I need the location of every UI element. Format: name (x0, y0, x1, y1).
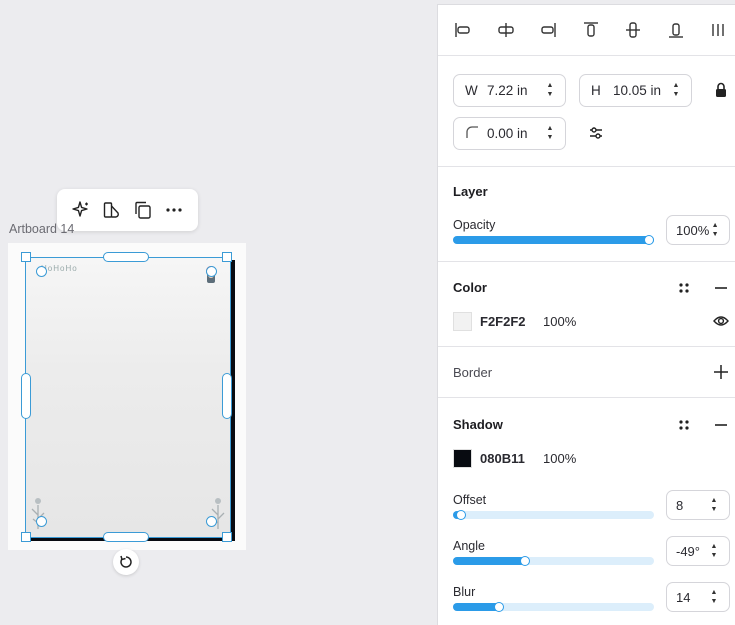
artboard[interactable]: HoHoHo (25, 257, 231, 538)
layer-title: Layer (453, 184, 488, 199)
sparkle-icon[interactable] (68, 197, 94, 223)
remove-shadow-icon[interactable] (711, 415, 731, 435)
color-percent[interactable]: 100% (543, 314, 576, 329)
corner-radius-handle-top-left[interactable] (36, 266, 47, 277)
blur-stepper[interactable]: ▲ ▼ (707, 589, 721, 605)
resize-handle-bottom-left[interactable] (21, 532, 31, 542)
border-section: Border (438, 347, 735, 398)
opacity-label: Opacity (453, 218, 496, 232)
align-top-icon[interactable] (580, 19, 602, 41)
width-prefix: W (465, 83, 478, 98)
offset-slider[interactable] (453, 510, 654, 520)
width-stepper[interactable]: ▲ ▼ (543, 82, 557, 98)
blur-slider-knob[interactable] (494, 602, 505, 612)
shadow-style-icon[interactable] (674, 415, 694, 435)
corner-radius-stepper[interactable]: ▲ ▼ (543, 125, 557, 141)
shadow-swatch[interactable] (453, 449, 472, 468)
color-title: Color (453, 280, 487, 295)
add-border-icon[interactable] (711, 362, 731, 382)
angle-input[interactable]: -49° ▲ ▼ (666, 536, 730, 566)
duplicate-icon[interactable] (130, 197, 156, 223)
opacity-slider-fill (453, 236, 654, 244)
resize-handle-top-right[interactable] (222, 252, 232, 262)
resize-handle-top[interactable] (103, 252, 149, 262)
blur-slider-fill (453, 603, 500, 611)
height-prefix: H (591, 83, 601, 98)
corner-settings-icon[interactable] (586, 123, 606, 143)
angle-slider-fill (453, 557, 526, 565)
lock-icon[interactable] (711, 80, 731, 100)
color-style-icon[interactable] (674, 278, 694, 298)
canvas[interactable]: Artboard 14 HoHoHo (0, 0, 437, 625)
opacity-stepper[interactable]: ▲ ▼ (709, 222, 721, 238)
align-right-icon[interactable] (537, 19, 559, 41)
eye-icon[interactable] (711, 311, 731, 331)
dimensions-section: W 7.22 in ▲ ▼ H 10.05 in ▲ ▼ 0.00 in ▲ ▼ (438, 56, 735, 167)
properties-panel: W 7.22 in ▲ ▼ H 10.05 in ▲ ▼ 0.00 in ▲ ▼ La… (437, 4, 735, 625)
border-title: Border (453, 365, 493, 380)
resize-handle-bottom[interactable] (103, 532, 149, 542)
height-value: 10.05 in (613, 83, 662, 98)
height-field[interactable]: H 10.05 in ▲ ▼ (579, 74, 692, 107)
remove-color-icon[interactable] (711, 278, 731, 298)
resize-handle-left[interactable] (21, 373, 31, 419)
opacity-slider[interactable] (453, 235, 654, 245)
resize-handle-bottom-right[interactable] (222, 532, 232, 542)
resize-handle-top-left[interactable] (21, 252, 31, 262)
artboard-label: Artboard 14 (9, 222, 75, 236)
align-left-icon[interactable] (452, 19, 474, 41)
align-bottom-icon[interactable] (665, 19, 687, 41)
rotate-icon (120, 555, 132, 568)
angle-stepper[interactable]: ▲ ▼ (707, 543, 721, 559)
corner-radius-handle-bottom-left[interactable] (36, 516, 47, 527)
align-center-horizontal-icon[interactable] (495, 19, 517, 41)
resize-handle-right[interactable] (222, 373, 232, 419)
color-swatch[interactable] (453, 312, 472, 331)
blur-value: 14 (676, 589, 691, 605)
offset-value: 8 (676, 497, 684, 513)
align-middle-vertical-icon[interactable] (622, 19, 644, 41)
color-section: Color F2F2F2 100% (438, 262, 735, 347)
corner-radius-value: 0.00 in (487, 126, 528, 141)
more-icon[interactable] (161, 197, 187, 223)
shapes-icon[interactable] (99, 197, 125, 223)
offset-input[interactable]: 8 ▲ ▼ (666, 490, 730, 520)
shadow-percent[interactable]: 100% (543, 451, 576, 466)
corner-radius-icon (465, 125, 487, 142)
shadow-section: Shadow 080B11 100% Offset 8 ▲ ▼ Angle -49… (438, 398, 735, 625)
angle-slider[interactable] (453, 556, 654, 566)
offset-stepper[interactable]: ▲ ▼ (707, 497, 721, 513)
width-value: 7.22 in (487, 83, 528, 98)
offset-label: Offset (453, 493, 487, 507)
angle-label: Angle (453, 539, 485, 553)
color-hex[interactable]: F2F2F2 (480, 314, 526, 329)
distribute-icon[interactable] (707, 19, 729, 41)
rotate-button[interactable] (113, 549, 139, 575)
shadow-title: Shadow (453, 417, 503, 432)
height-stepper[interactable]: ▲ ▼ (669, 82, 683, 98)
angle-value: -49° (676, 543, 700, 559)
angle-slider-knob[interactable] (520, 556, 531, 566)
blur-slider[interactable] (453, 602, 654, 612)
blur-label: Blur (453, 585, 476, 599)
shadow-hex[interactable]: 080B11 (480, 451, 525, 466)
opacity-input[interactable]: 100% ▲ ▼ (666, 215, 730, 245)
floating-toolbar (57, 189, 198, 231)
opacity-slider-knob[interactable] (644, 235, 654, 245)
align-toolbar (438, 5, 735, 56)
corner-radius-handle-bottom-right[interactable] (206, 516, 217, 527)
corner-radius-field[interactable]: 0.00 in ▲ ▼ (453, 117, 566, 150)
corner-radius-handle-top-right[interactable] (206, 266, 217, 277)
blur-input[interactable]: 14 ▲ ▼ (666, 582, 730, 612)
width-field[interactable]: W 7.22 in ▲ ▼ (453, 74, 566, 107)
offset-slider-knob[interactable] (456, 510, 467, 520)
layer-section: Layer Opacity 100% ▲ ▼ (438, 167, 735, 262)
opacity-value: 100% (676, 222, 710, 238)
